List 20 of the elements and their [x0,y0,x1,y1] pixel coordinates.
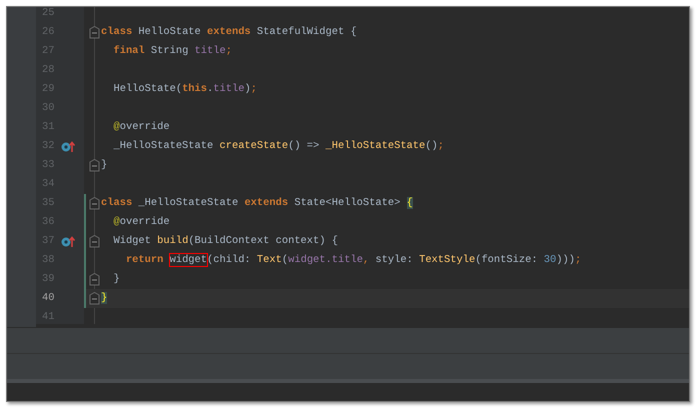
fold-marker-icon[interactable] [88,159,100,172]
fold-marker-icon[interactable] [88,273,100,286]
code-line: class HelloState extends StatefulWidget { [101,24,357,40]
override-method-icon[interactable] [61,236,75,248]
fold-marker-icon[interactable] [88,197,100,210]
code-line: } [101,158,108,173]
code-line: class _HelloStateState extends State<HelloState> { [101,196,413,211]
code-line: final String title; [112,44,232,59]
fold-marker-icon[interactable] [88,235,100,248]
code-line: @override [112,214,170,230]
code-line: Widget build(BuildContext context) { [112,234,338,249]
code-line: _HelloStateState createState() => _HelloStateState(); [112,138,444,154]
line-number: 40 [42,290,56,306]
fold-marker-icon[interactable] [88,292,100,305]
fold-marker-icon[interactable] [88,26,100,39]
code-line: HelloState(this.title); [112,82,257,97]
override-method-icon[interactable] [61,140,75,152]
code-line: } [112,272,120,287]
code-line: @override [112,120,170,135]
code-line: return widget(child: Text(widget.title, style: TextStyle(fontSize: 30))); [124,252,582,268]
